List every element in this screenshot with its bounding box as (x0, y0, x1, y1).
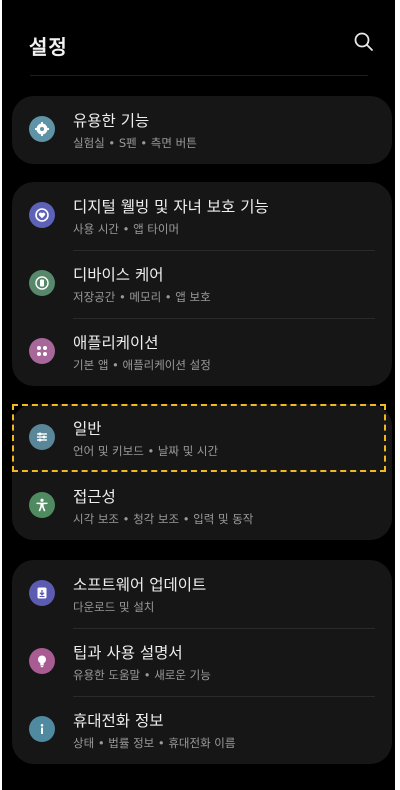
person-icon (29, 492, 55, 518)
item-subtitle: 저장공간 • 메모리 • 앱 보호 (73, 290, 211, 304)
item-title: 팁과 사용 설명서 (73, 644, 183, 662)
divider (30, 75, 368, 76)
list-item-accessibility[interactable]: 접근성 시각 보조 • 청각 보조 • 입력 및 동작 (12, 472, 392, 540)
download-icon (29, 580, 55, 606)
item-subtitle: 사용 시간 • 앱 타이머 (73, 222, 180, 236)
item-subtitle: 기본 앱 • 애플리케이션 설정 (73, 358, 211, 372)
search-icon (354, 32, 373, 51)
search-button[interactable] (352, 30, 376, 54)
item-title: 유용한 기능 (73, 112, 150, 130)
item-title: 접근성 (73, 488, 116, 506)
item-subtitle: 실험실 • S펜 • 측면 버튼 (73, 136, 197, 150)
page-title: 설정 (29, 35, 68, 59)
list-item-useful-features[interactable]: 유용한 기능 실험실 • S펜 • 측면 버튼 (12, 96, 392, 164)
header: 설정 (2, 0, 395, 80)
list-item-device-care[interactable]: 디바이스 케어 저장공간 • 메모리 • 앱 보호 (12, 250, 392, 318)
list-item-phone-info[interactable]: 휴대전화 정보 상태 • 법률 정보 • 휴대전화 이름 (12, 696, 392, 764)
item-title: 휴대전화 정보 (73, 712, 164, 730)
grid-dots-icon (29, 338, 55, 364)
list-item-applications[interactable]: 애플리케이션 기본 앱 • 애플리케이션 설정 (12, 318, 392, 386)
heart-circle-icon (29, 202, 55, 228)
settings-screen: 설정 유용한 기능 실험실 • S펜 • 측면 버튼 디지털 웰빙 및 자녀 보… (2, 0, 395, 790)
settings-card-1: 유용한 기능 실험실 • S펜 • 측면 버튼 (12, 96, 392, 164)
item-title: 디지털 웰빙 및 자녀 보호 기능 (73, 198, 269, 216)
settings-card-2: 디지털 웰빙 및 자녀 보호 기능 사용 시간 • 앱 타이머 디바이스 케어 … (12, 182, 392, 386)
plus-gear-icon (29, 116, 55, 142)
battery-icon (29, 270, 55, 296)
list-item-digital-wellbeing[interactable]: 디지털 웰빙 및 자녀 보호 기능 사용 시간 • 앱 타이머 (12, 182, 392, 250)
item-subtitle: 시각 보조 • 청각 보조 • 입력 및 동작 (73, 512, 254, 526)
list-item-tips-manual[interactable]: 팁과 사용 설명서 유용한 도움말 • 새로운 기능 (12, 628, 392, 696)
item-subtitle: 유용한 도움말 • 새로운 기능 (73, 668, 211, 682)
settings-card-4: 소프트웨어 업데이트 다운로드 및 설치 팁과 사용 설명서 유용한 도움말 •… (12, 560, 392, 764)
bulb-icon (29, 648, 55, 674)
item-subtitle: 다운로드 및 설치 (73, 600, 155, 614)
list-item-software-update[interactable]: 소프트웨어 업데이트 다운로드 및 설치 (12, 560, 392, 628)
item-title: 디바이스 케어 (73, 266, 164, 284)
selection-highlight (12, 404, 386, 472)
item-title: 소프트웨어 업데이트 (73, 576, 207, 594)
info-icon (29, 716, 55, 742)
item-subtitle: 상태 • 법률 정보 • 휴대전화 이름 (73, 736, 236, 750)
item-title: 애플리케이션 (73, 334, 159, 352)
